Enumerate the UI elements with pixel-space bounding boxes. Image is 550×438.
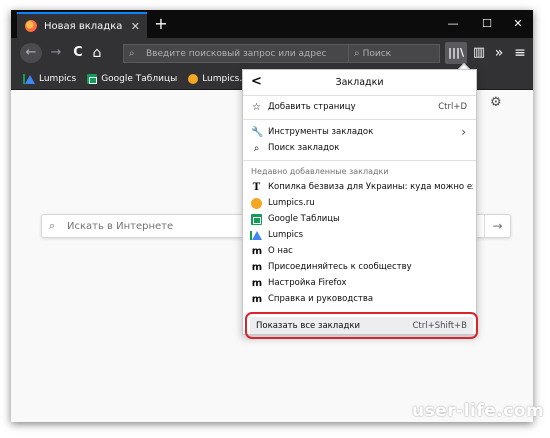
recent-bookmark-item[interactable]: Google Таблицы	[243, 211, 476, 227]
recent-bookmark-item[interactable]: m Присоединяйтесь к сообществу	[243, 259, 476, 275]
google-sheets-icon	[87, 73, 98, 84]
orange-circle-icon	[188, 73, 199, 84]
recent-bookmark-item[interactable]: Lumpics	[243, 227, 476, 243]
item-label: Lumpics.ru	[268, 198, 315, 208]
tab-new-tab[interactable]: Новая вкладка ✕	[17, 12, 147, 38]
wrench-icon: 🔧	[251, 126, 264, 138]
url-bar[interactable]: ⌕ Введите поисковый запрос или адрес	[123, 44, 361, 63]
sidebar-button[interactable]: ▥	[469, 43, 489, 63]
recent-bookmark-item[interactable]: Lumpics.ru	[243, 195, 476, 211]
item-label: Поиск закладок	[268, 143, 340, 153]
m-icon: m	[251, 245, 262, 257]
search-icon: ⌕	[49, 219, 56, 232]
divider	[243, 119, 476, 120]
browser-window: Новая вкладка ✕ + — ☐ ✕ ← → C ⌂ ⌕ Введит…	[11, 10, 533, 422]
bookmark-google-sheets[interactable]: Google Таблицы	[87, 73, 178, 84]
search-bookmarks-item[interactable]: ⌕ Поиск закладок	[243, 140, 476, 156]
maximize-button[interactable]: ☐	[472, 15, 502, 33]
reload-button[interactable]: C	[68, 43, 88, 63]
item-label: Lumpics	[268, 230, 304, 240]
recent-bookmark-item[interactable]: m О нас	[243, 243, 476, 259]
bookmark-lumpics[interactable]: Lumpics	[25, 74, 76, 84]
tab-strip: Новая вкладка ✕ + — ☐ ✕	[11, 10, 533, 38]
bookmark-label: Lumpics	[39, 73, 77, 84]
chevron-right-icon: ›	[461, 125, 466, 139]
item-label: Настройка Firefox	[268, 278, 347, 288]
m-icon: m	[251, 261, 262, 273]
menu-button[interactable]: ≡	[510, 43, 530, 63]
navigation-toolbar: ← → C ⌂ ⌕ Введите поисковый запрос или а…	[11, 38, 533, 68]
bookmarks-panel: < Закладки ☆ Добавить страницу Ctrl+D 🔧 …	[242, 69, 477, 335]
item-label: Копилка безвиза для Украины: куда можно …	[268, 182, 473, 192]
panel-back-button[interactable]: <	[251, 74, 262, 89]
search-icon: ⌕	[253, 142, 260, 154]
url-placeholder: Введите поисковый запрос или адрес	[146, 48, 327, 59]
recent-bookmark-item[interactable]: m Настройка Firefox	[243, 275, 476, 291]
search-icon: ⌕	[129, 48, 135, 59]
gear-icon[interactable]: ⚙	[490, 95, 502, 110]
firefox-icon	[25, 20, 37, 32]
item-label: О нас	[268, 246, 293, 256]
item-label: Google Таблицы	[268, 214, 340, 224]
google-sheets-icon	[251, 213, 262, 225]
google-drive-icon	[251, 230, 262, 241]
google-drive-icon	[25, 74, 35, 84]
search-submit-button[interactable]: →	[484, 215, 510, 237]
home-button[interactable]: ⌂	[87, 43, 107, 63]
recent-bookmarks-header: Недавно добавленные закладки	[251, 167, 389, 176]
bookmark-label: Google Таблицы	[101, 73, 178, 84]
m-icon: m	[251, 277, 262, 289]
tab-title: Новая вкладка	[44, 20, 123, 32]
m-icon: m	[251, 293, 262, 305]
divider	[243, 160, 476, 161]
recent-bookmark-item[interactable]: m Справка и руководства	[243, 291, 476, 307]
star-icon: ☆	[252, 101, 261, 113]
shortcut-label: Ctrl+D	[438, 102, 467, 112]
close-tab-icon[interactable]: ✕	[131, 20, 140, 33]
watermark: user-life.com	[412, 401, 545, 421]
bookmark-page-item[interactable]: ☆ Добавить страницу Ctrl+D	[243, 99, 476, 115]
back-button[interactable]: ←	[20, 43, 42, 63]
close-window-button[interactable]: ✕	[503, 15, 533, 33]
panel-title: Закладки	[335, 77, 384, 88]
item-label: Присоединяйтесь к сообществу	[268, 262, 412, 272]
overflow-button[interactable]: »	[489, 43, 509, 63]
highlight-ring	[245, 312, 478, 339]
forward-button[interactable]: →	[46, 43, 66, 63]
t-icon: T	[252, 181, 261, 193]
new-tab-button[interactable]: +	[151, 14, 171, 34]
panel-header: < Закладки	[243, 70, 476, 96]
search-icon: ⌕	[354, 48, 360, 59]
recent-bookmark-item[interactable]: T Копилка безвиза для Украины: куда можн…	[243, 179, 476, 195]
orange-circle-icon	[251, 197, 262, 209]
item-label: Инструменты закладок	[268, 127, 374, 137]
bookmark-tools-item[interactable]: 🔧 Инструменты закладок ›	[243, 124, 476, 140]
minimize-button[interactable]: —	[438, 15, 468, 33]
library-button[interactable]: |||\	[445, 42, 467, 64]
item-label: Справка и руководства	[268, 294, 374, 304]
search-placeholder: Поиск	[362, 48, 392, 59]
search-bar[interactable]: ⌕ Поиск	[348, 44, 440, 63]
item-label: Добавить страницу	[268, 102, 356, 112]
